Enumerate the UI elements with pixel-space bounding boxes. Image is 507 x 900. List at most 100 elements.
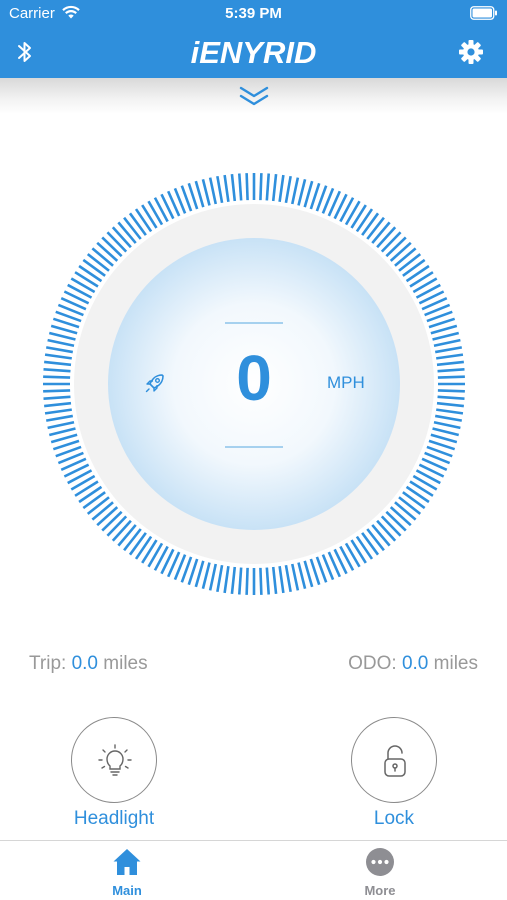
headlight-label[interactable]: Headlight xyxy=(30,808,198,830)
odo-label: ODO: xyxy=(348,653,397,674)
gauge-tick xyxy=(350,204,367,229)
gauge-tick xyxy=(371,524,391,547)
gauge-tick xyxy=(194,180,205,208)
gauge-tick xyxy=(259,173,263,201)
gauge-tick xyxy=(44,408,72,415)
gauge-tick xyxy=(436,408,464,415)
gauge-tick xyxy=(380,515,402,537)
gauge-tick xyxy=(101,236,123,258)
gauge-tick xyxy=(208,563,218,591)
gauge-tick xyxy=(394,247,417,267)
gauge-tick xyxy=(265,173,271,201)
gauge-tick xyxy=(134,208,153,233)
gauge-tick xyxy=(259,567,263,595)
trip-stats: Trip: 0.0 miles ODO: 0.0 miles xyxy=(0,653,507,679)
lightbulb-icon xyxy=(98,744,132,776)
gear-icon[interactable] xyxy=(458,39,484,70)
trip-label: Trip: xyxy=(29,653,67,674)
tab-main-label[interactable]: Main xyxy=(67,883,187,898)
speed-unit[interactable]: MPH xyxy=(327,373,365,393)
lock-button[interactable]: Lock xyxy=(350,717,438,829)
gauge-tick xyxy=(48,331,76,341)
gauge-tick xyxy=(128,532,147,556)
status-bar: Carrier 5:39 PM xyxy=(0,0,507,28)
status-time: 5:39 PM xyxy=(225,5,282,22)
gauge-tick xyxy=(96,241,119,262)
gauge-tick xyxy=(230,174,237,202)
gauge-tick xyxy=(355,208,374,233)
gauge-tick xyxy=(128,212,147,236)
gauge-tick xyxy=(201,178,211,206)
home-icon[interactable] xyxy=(112,847,142,880)
gauge-tick xyxy=(430,324,458,335)
trip-unit: miles xyxy=(103,653,148,674)
gauge-tick xyxy=(216,175,224,204)
gauge-tick xyxy=(111,519,132,542)
headlight-circle[interactable] xyxy=(71,717,157,803)
gauge-tick xyxy=(394,501,417,521)
gauge-tick xyxy=(355,535,374,560)
gauge-tick xyxy=(265,567,271,595)
more-icon[interactable] xyxy=(365,847,395,880)
gauge-tick xyxy=(201,562,211,590)
gauge-tick xyxy=(223,174,230,202)
gauge-tick xyxy=(385,510,407,532)
gauge-tick xyxy=(91,501,114,521)
gauge-tick xyxy=(409,480,434,497)
gauge-tick xyxy=(117,524,137,547)
gauge-tick xyxy=(194,560,205,588)
tab-more-label[interactable]: More xyxy=(320,883,440,898)
gauge-tick xyxy=(303,560,314,588)
gauge-tick xyxy=(86,496,110,515)
gauge-tick xyxy=(82,258,106,277)
gauge-tick xyxy=(123,528,142,552)
speedometer-gauge: 0 MPH xyxy=(42,172,466,596)
gauge-tick xyxy=(297,178,307,206)
gauge-tick xyxy=(350,539,367,564)
gauge-tick xyxy=(278,566,285,594)
gauge-tick xyxy=(223,566,230,594)
gauge-tick xyxy=(47,338,75,348)
gauge-tick xyxy=(398,253,422,272)
odo-unit: miles xyxy=(433,653,478,674)
gauge-tick xyxy=(376,226,397,249)
gauge-tick xyxy=(245,173,249,201)
gauge-tick xyxy=(74,480,99,497)
gauge-tick xyxy=(303,180,314,208)
gauge-tick xyxy=(245,567,249,595)
gauge-tick xyxy=(405,485,430,504)
pull-down-handle[interactable] xyxy=(0,78,507,114)
lock-circle[interactable] xyxy=(351,717,437,803)
odo-readout: ODO: 0.0 miles xyxy=(348,653,478,675)
lock-label[interactable]: Lock xyxy=(310,808,478,830)
gauge-tick xyxy=(101,510,123,532)
gauge-tick xyxy=(402,491,426,510)
tab-more[interactable]: More xyxy=(320,841,440,900)
chevron-double-down-icon[interactable] xyxy=(238,83,270,114)
gauge-tick xyxy=(141,539,158,564)
gauge-tick xyxy=(405,264,430,283)
gauge-tick xyxy=(284,175,292,204)
gauge-tick xyxy=(106,231,128,253)
gauge-tick xyxy=(74,271,99,288)
lock-icon xyxy=(384,745,406,777)
gauge-tick xyxy=(433,338,461,348)
odo-value: 0.0 xyxy=(401,653,429,674)
trip-readout: Trip: 0.0 miles xyxy=(29,653,148,675)
tab-main[interactable]: Main xyxy=(67,841,187,900)
gauge-tick xyxy=(402,258,426,277)
gauge-tick xyxy=(371,221,391,244)
headlight-button[interactable]: Headlight xyxy=(70,717,158,829)
gauge-tick xyxy=(290,563,300,591)
top-bar: Carrier 5:39 PM iENYRID xyxy=(0,0,507,78)
battery-icon xyxy=(470,6,498,24)
gauge-tick xyxy=(398,496,422,515)
gauge-tick xyxy=(96,506,119,527)
gauge-tick xyxy=(47,420,75,430)
gauge-tick xyxy=(78,485,103,504)
gauge-tick xyxy=(366,528,385,552)
gauge-tick xyxy=(50,324,78,335)
gauge-tick xyxy=(134,535,153,560)
gauge-tick xyxy=(237,173,243,201)
gauge-tick xyxy=(117,221,137,244)
